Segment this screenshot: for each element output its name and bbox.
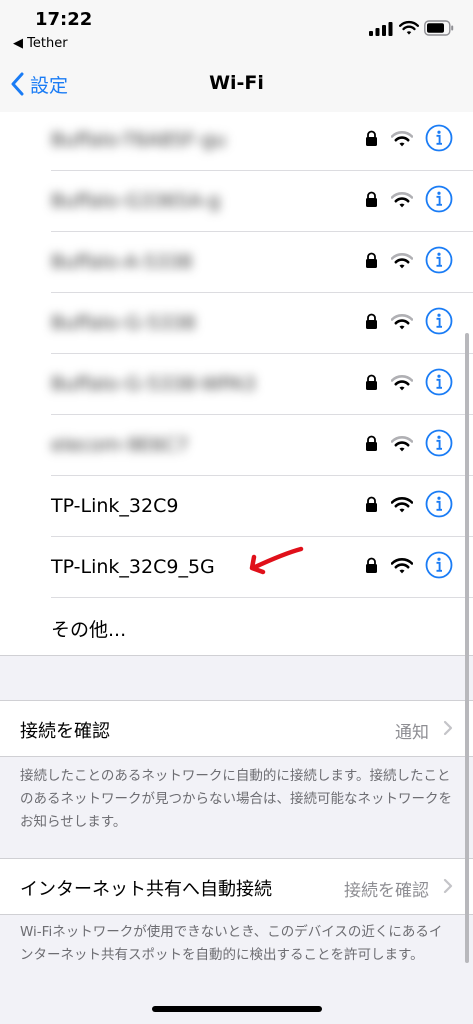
scroll-indicator[interactable] xyxy=(465,333,469,963)
home-indicator[interactable] xyxy=(152,1006,322,1012)
wifi-status-icon xyxy=(399,20,419,35)
network-row[interactable]: Buffalo-T6A85F-gu xyxy=(0,110,473,171)
wifi-signal-icon xyxy=(391,497,413,513)
back-to-app-link[interactable]: ◀ Tether xyxy=(13,36,68,51)
ask-to-join-row[interactable]: 接続を確認 通知 xyxy=(0,700,473,757)
other-network-label: その他... xyxy=(51,619,127,641)
status-bar: 17:22 ◀ Tether xyxy=(0,0,473,56)
ask-to-join-value: 通知 xyxy=(395,723,429,743)
lock-icon xyxy=(366,435,377,451)
network-name: Buffalo-G-5338-WPA3 xyxy=(51,373,256,395)
network-row[interactable]: Buffalo-G-5338 xyxy=(0,293,473,354)
ask-to-join-label: 接続を確認 xyxy=(20,721,110,742)
network-row[interactable]: Buffalo-G3365A-g xyxy=(0,171,473,232)
auto-join-hotspot-footer: Wi-Fiネットワークが使用できないとき、このデバイスの近くにあるインターネット… xyxy=(20,924,443,963)
lock-icon xyxy=(366,374,377,390)
network-name: elecom-9E6C7 xyxy=(51,434,189,456)
wifi-signal-icon xyxy=(391,436,413,452)
info-icon[interactable] xyxy=(425,490,453,518)
network-name: Buffalo-T6A85F-gu xyxy=(51,129,226,151)
lock-icon xyxy=(366,496,377,512)
battery-icon xyxy=(424,20,454,36)
row-separator xyxy=(51,597,473,598)
auto-join-hotspot-row[interactable]: インターネット共有へ自動接続 接続を確認 xyxy=(0,858,473,915)
lock-icon xyxy=(366,130,377,146)
network-name: TP-Link_32C9_5G xyxy=(51,556,215,578)
lock-icon xyxy=(366,252,377,268)
info-icon[interactable] xyxy=(425,551,453,579)
network-row[interactable]: Buffalo-G-5338-WPA3 xyxy=(0,354,473,415)
network-name: Buffalo-A-5338 xyxy=(51,251,193,273)
lock-icon xyxy=(366,313,377,329)
auto-join-hotspot-label: インターネット共有へ自動接続 xyxy=(20,879,272,900)
page-title: Wi-Fi xyxy=(209,72,264,94)
info-icon[interactable] xyxy=(425,124,453,152)
network-name: Buffalo-G3365A-g xyxy=(51,190,221,212)
network-row[interactable]: Buffalo-A-5338 xyxy=(0,232,473,293)
wifi-signal-icon xyxy=(391,314,413,330)
other-network-button[interactable]: その他... xyxy=(0,598,473,655)
wifi-signal-icon xyxy=(391,192,413,208)
status-time: 17:22 xyxy=(35,9,93,30)
wifi-signal-icon xyxy=(391,558,413,574)
info-icon[interactable] xyxy=(425,307,453,335)
network-name: Buffalo-G-5338 xyxy=(51,312,196,334)
wifi-signal-icon xyxy=(391,131,413,147)
navigation-bar: 設定 Wi-Fi xyxy=(0,56,473,113)
network-row[interactable]: TP-Link_32C9 xyxy=(0,476,473,537)
wifi-signal-icon xyxy=(391,375,413,391)
cellular-signal-icon xyxy=(369,22,393,36)
network-row[interactable]: TP-Link_32C9_5G xyxy=(0,537,473,598)
network-row[interactable]: elecom-9E6C7 xyxy=(0,415,473,476)
network-name: TP-Link_32C9 xyxy=(51,495,179,517)
info-icon[interactable] xyxy=(425,429,453,457)
auto-join-hotspot-value: 接続を確認 xyxy=(344,881,429,901)
lock-icon xyxy=(366,191,377,207)
info-icon[interactable] xyxy=(425,368,453,396)
lock-icon xyxy=(366,557,377,573)
info-icon[interactable] xyxy=(425,246,453,274)
wifi-signal-icon xyxy=(391,253,413,269)
chevron-right-icon xyxy=(443,878,453,894)
info-icon[interactable] xyxy=(425,185,453,213)
annotation-arrow-icon xyxy=(249,546,304,575)
network-list: その他... Buffalo-T6A85F-gu Buffalo-G3365A-g… xyxy=(0,112,473,656)
ask-to-join-footer: 接続したことのあるネットワークに自動的に接続します。接続したことのあるネットワー… xyxy=(20,768,452,830)
chevron-right-icon xyxy=(443,720,453,736)
